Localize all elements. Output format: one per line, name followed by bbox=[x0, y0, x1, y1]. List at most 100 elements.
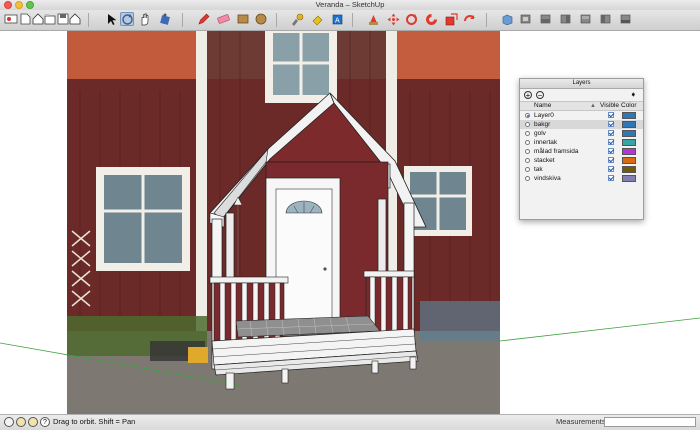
layer-color-swatch[interactable] bbox=[622, 175, 636, 182]
layer-color-swatch[interactable] bbox=[622, 130, 636, 137]
main-toolbar: A bbox=[0, 10, 700, 31]
layer-visible-checkbox[interactable] bbox=[608, 121, 614, 127]
layer-visible-checkbox[interactable] bbox=[608, 166, 614, 172]
layer-row[interactable]: Layer0 bbox=[520, 111, 643, 120]
tape-measure-icon[interactable] bbox=[290, 12, 304, 26]
paint-bucket-icon[interactable] bbox=[310, 12, 324, 26]
layer-color-swatch[interactable] bbox=[622, 148, 636, 155]
sort-indicator-icon: ▲ bbox=[590, 103, 596, 109]
green-axis-right bbox=[499, 317, 700, 342]
getting-started-icon[interactable] bbox=[4, 12, 18, 26]
layer-details-icon[interactable]: ➧ bbox=[630, 90, 637, 99]
active-layer-radio[interactable] bbox=[525, 131, 530, 136]
layer-row[interactable]: golv bbox=[520, 129, 643, 138]
layer-visible-checkbox[interactable] bbox=[608, 130, 614, 136]
top-view-icon[interactable] bbox=[518, 12, 532, 26]
print-icon[interactable] bbox=[68, 12, 82, 26]
layer-color-swatch[interactable] bbox=[622, 157, 636, 164]
layer-row[interactable]: vindskiva bbox=[520, 174, 643, 183]
iso-view-icon[interactable] bbox=[500, 12, 514, 26]
layer-visible-checkbox[interactable] bbox=[608, 175, 614, 181]
layer-visible-checkbox[interactable] bbox=[608, 139, 614, 145]
measurements-label: Measurements bbox=[556, 417, 606, 426]
eraser-icon[interactable] bbox=[216, 12, 230, 26]
front-view-icon[interactable] bbox=[538, 12, 552, 26]
layer-name[interactable]: bakgr bbox=[534, 120, 550, 129]
rectangle-icon[interactable] bbox=[236, 12, 250, 26]
drawing-viewport[interactable]: Layers + − ➧ Name ▲ Visible Color Layer0… bbox=[0, 31, 700, 414]
move-icon[interactable] bbox=[386, 12, 400, 26]
select-arrow-icon[interactable] bbox=[104, 12, 118, 26]
pencil-icon[interactable] bbox=[196, 12, 210, 26]
photo-roof-left bbox=[67, 31, 197, 81]
window-title: Veranda – SketchUp bbox=[315, 0, 385, 9]
active-layer-radio[interactable] bbox=[525, 167, 530, 172]
layers-toolbar: + − ➧ bbox=[520, 89, 643, 101]
add-layer-icon[interactable]: + bbox=[524, 91, 532, 100]
photo-bags bbox=[420, 301, 500, 341]
layer-name[interactable]: målad framsida bbox=[534, 147, 578, 156]
follow-me-icon[interactable] bbox=[424, 12, 438, 26]
photo-yellow-bucket bbox=[188, 347, 208, 363]
scale-icon[interactable] bbox=[444, 12, 458, 26]
bottom-view-icon[interactable] bbox=[618, 12, 632, 26]
toolbar-separator bbox=[352, 13, 353, 27]
active-layer-radio[interactable] bbox=[525, 140, 530, 145]
layer-name[interactable]: Layer0 bbox=[534, 111, 554, 120]
layer-color-swatch[interactable] bbox=[622, 121, 636, 128]
rotate-icon[interactable] bbox=[404, 12, 418, 26]
layer-color-swatch[interactable] bbox=[622, 166, 636, 173]
layer-name[interactable]: innertak bbox=[534, 138, 557, 147]
layer-name[interactable]: vindskiva bbox=[534, 174, 561, 183]
layers-panel-title: Layers bbox=[520, 79, 643, 89]
circle-icon[interactable] bbox=[254, 12, 268, 26]
layer-visible-checkbox[interactable] bbox=[608, 157, 614, 163]
layers-header: Name ▲ Visible Color bbox=[520, 101, 643, 111]
left-view-icon[interactable] bbox=[598, 12, 612, 26]
help-icon[interactable]: ? bbox=[40, 417, 50, 427]
new-file-icon[interactable] bbox=[18, 12, 32, 26]
active-layer-radio[interactable] bbox=[525, 158, 530, 163]
back-view-icon[interactable] bbox=[578, 12, 592, 26]
delete-layer-icon[interactable]: − bbox=[536, 91, 544, 100]
walk-icon[interactable] bbox=[158, 12, 172, 26]
layer-color-swatch[interactable] bbox=[622, 112, 636, 119]
layer-row[interactable]: stacket bbox=[520, 156, 643, 165]
toolbar-separator bbox=[182, 13, 183, 27]
credits-icon[interactable] bbox=[16, 417, 26, 427]
layer-color-swatch[interactable] bbox=[622, 139, 636, 146]
pan-hand-icon[interactable] bbox=[138, 12, 152, 26]
geo-location-icon[interactable] bbox=[4, 417, 14, 427]
push-pull-icon[interactable] bbox=[366, 12, 380, 26]
offset-icon[interactable] bbox=[462, 12, 476, 26]
active-layer-radio[interactable] bbox=[525, 122, 530, 127]
text-tool-icon[interactable]: A bbox=[330, 12, 344, 26]
column-visible[interactable]: Visible bbox=[600, 102, 619, 110]
layer-name[interactable]: stacket bbox=[534, 156, 555, 165]
user-icon[interactable] bbox=[28, 417, 38, 427]
layer-row[interactable]: bakgr bbox=[520, 120, 643, 129]
toolbar-separator bbox=[486, 13, 487, 27]
layer-row[interactable]: innertak bbox=[520, 138, 643, 147]
layers-panel[interactable]: Layers + − ➧ Name ▲ Visible Color Layer0… bbox=[519, 78, 644, 220]
status-hint: Drag to orbit. Shift = Pan bbox=[53, 417, 136, 426]
toolbar-separator bbox=[276, 13, 277, 27]
status-bar: ? Drag to orbit. Shift = Pan Measurement… bbox=[0, 414, 700, 430]
active-layer-radio[interactable] bbox=[525, 149, 530, 154]
photo-corner-board-left bbox=[196, 31, 207, 331]
layer-row[interactable]: målad framsida bbox=[520, 147, 643, 156]
layer-row[interactable]: tak bbox=[520, 165, 643, 174]
layer-name[interactable]: golv bbox=[534, 129, 546, 138]
active-layer-radio[interactable] bbox=[525, 176, 530, 181]
layer-visible-checkbox[interactable] bbox=[608, 112, 614, 118]
layer-name[interactable]: tak bbox=[534, 165, 543, 174]
photo-window-top bbox=[265, 31, 337, 103]
right-view-icon[interactable] bbox=[558, 12, 572, 26]
layer-visible-checkbox[interactable] bbox=[608, 148, 614, 154]
active-layer-radio[interactable] bbox=[525, 113, 530, 118]
column-color[interactable]: Color bbox=[621, 102, 637, 110]
column-name[interactable]: Name bbox=[534, 102, 551, 110]
orbit-icon[interactable] bbox=[120, 12, 134, 26]
open-file-icon[interactable] bbox=[43, 12, 57, 26]
measurements-input[interactable] bbox=[604, 417, 696, 427]
